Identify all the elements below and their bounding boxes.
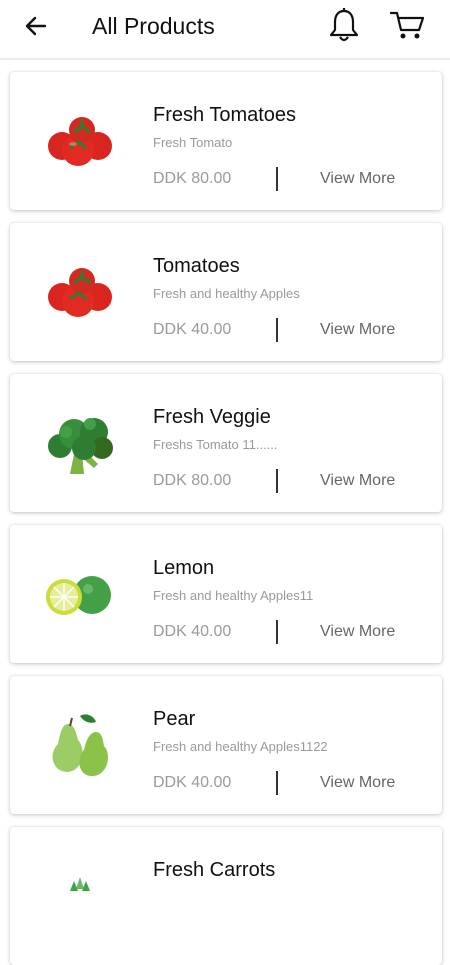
product-price: DDK 40.00 xyxy=(153,321,232,338)
product-card[interactable]: Lemon Fresh and healthy Apples11 DDK 40.… xyxy=(10,525,442,663)
product-price: DDK 80.00 xyxy=(153,472,232,489)
product-name: Fresh Veggie xyxy=(153,406,271,428)
view-more-link[interactable]: View More xyxy=(320,321,395,339)
header-divider xyxy=(0,58,450,60)
product-description: Fresh Tomato xyxy=(153,135,233,150)
cart-icon xyxy=(389,11,425,39)
product-description: Freshs Tomato 11...... xyxy=(153,437,278,452)
product-description: Fresh and healthy Apples11 xyxy=(153,588,314,603)
price-divider xyxy=(276,469,278,493)
price-divider xyxy=(276,318,278,342)
view-more-link[interactable]: View More xyxy=(320,472,395,490)
price-divider xyxy=(276,771,278,795)
price-divider xyxy=(276,167,278,191)
product-description: Fresh and healthy Apples1122 xyxy=(153,739,328,754)
bell-icon xyxy=(329,8,359,42)
app-header: All Products xyxy=(0,0,450,58)
product-price: DDK 40.00 xyxy=(153,623,232,640)
product-card[interactable]: Fresh Tomatoes Fresh Tomato DDK 80.00 Vi… xyxy=(10,72,442,210)
product-card[interactable]: Fresh Carrots xyxy=(10,827,442,965)
product-name: Fresh Tomatoes xyxy=(153,104,297,126)
notifications-button[interactable] xyxy=(326,6,362,44)
product-price: DDK 80.00 xyxy=(153,170,232,187)
cart-button[interactable] xyxy=(388,8,426,42)
product-card[interactable]: Fresh Veggie Freshs Tomato 11...... DDK … xyxy=(10,374,442,512)
product-name: Pear xyxy=(153,708,196,730)
arrow-back-icon xyxy=(25,16,47,36)
view-more-link[interactable]: View More xyxy=(320,170,395,188)
view-more-link[interactable]: View More xyxy=(320,774,395,792)
tomato-image xyxy=(48,117,112,166)
tomato-image xyxy=(48,268,112,317)
carrot-image xyxy=(70,877,90,891)
product-description: Fresh and healthy Apples xyxy=(153,286,300,301)
lime-image xyxy=(46,576,111,615)
back-button[interactable] xyxy=(20,10,52,42)
product-name: Fresh Carrots xyxy=(153,859,276,881)
page-title: All Products xyxy=(92,13,215,39)
product-card[interactable]: Pear Fresh and healthy Apples1122 DDK 40… xyxy=(10,676,442,814)
product-name: Tomatoes xyxy=(153,255,240,277)
product-name: Lemon xyxy=(153,557,215,579)
view-more-link[interactable]: View More xyxy=(320,623,395,641)
broccoli-image xyxy=(48,418,113,474)
product-price: DDK 40.00 xyxy=(153,774,232,791)
product-card[interactable]: Tomatoes Fresh and healthy Apples DDK 40… xyxy=(10,223,442,361)
price-divider xyxy=(276,620,278,644)
pear-image xyxy=(52,714,108,776)
